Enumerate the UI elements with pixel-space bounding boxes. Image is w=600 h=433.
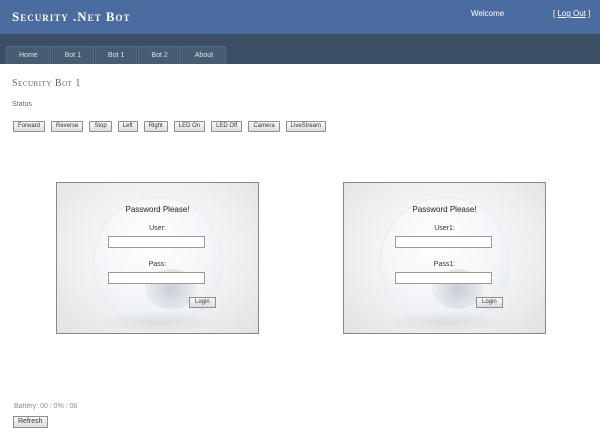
reverse-button[interactable]: Reverse <box>51 121 84 132</box>
forward-button[interactable]: Forward <box>13 121 46 132</box>
pass-label: Pass: <box>148 261 167 268</box>
login-button[interactable]: Login <box>189 297 216 308</box>
main-menu: Home Bot 1 Bot 1 Bot 2 About <box>0 34 600 64</box>
menu-item-bot-2[interactable]: Bot 2 <box>138 46 181 64</box>
left-button[interactable]: Left <box>117 121 138 132</box>
user-input[interactable] <box>108 236 205 248</box>
menu-items: Home Bot 1 Bot 1 Bot 2 About <box>6 46 227 64</box>
login-display: [ Log Out ] <box>553 9 590 18</box>
login-panel-right: Password Please! User1: Pass1: Login <box>343 182 546 334</box>
page-title: Security Bot 1 <box>12 78 81 89</box>
login-panel-left: Password Please! User: Pass: Login <box>56 182 259 334</box>
user1-input[interactable] <box>395 236 492 248</box>
orb-shadow <box>97 311 221 333</box>
camera-button[interactable]: Camera <box>248 121 280 132</box>
led-on-button[interactable]: LED On <box>173 121 206 132</box>
right-button[interactable]: Right <box>143 121 168 132</box>
menu-item-about[interactable]: About <box>181 46 227 64</box>
stop-button[interactable]: Stop <box>89 121 112 132</box>
menu-item-bot-1-alt[interactable]: Bot 1 <box>95 46 138 64</box>
pass1-input[interactable] <box>395 272 492 284</box>
refresh-button[interactable]: Refresh <box>13 416 48 428</box>
battery-status: Battery: 00 : 0% : 00 <box>14 403 78 410</box>
pass1-label: Pass1: <box>433 261 456 268</box>
menu-item-bot-1[interactable]: Bot 1 <box>51 46 95 64</box>
logout-link[interactable]: Log Out <box>557 9 585 18</box>
orb-shadow <box>384 311 508 333</box>
menu-item-home[interactable]: Home <box>6 46 51 64</box>
login-title: Password Please! <box>412 205 477 214</box>
site-header: Security .Net Bot Welcome [ Log Out ] <box>0 0 600 34</box>
site-title: Security .Net Bot <box>12 9 131 24</box>
pass-input[interactable] <box>108 272 205 284</box>
login-button[interactable]: Login <box>476 297 503 308</box>
control-buttons: Forward Reverse Stop Left Right LED On L… <box>13 121 332 132</box>
login-title: Password Please! <box>125 205 190 214</box>
user-label: User: <box>149 225 166 232</box>
led-off-button[interactable]: LED Off <box>211 121 243 132</box>
status-label: Status <box>12 101 32 108</box>
welcome-text: Welcome <box>471 9 505 18</box>
livestream-button[interactable]: LiveStream <box>285 121 327 132</box>
logout-bracket-close: ] <box>585 9 591 18</box>
user1-label: User1: <box>434 225 455 232</box>
